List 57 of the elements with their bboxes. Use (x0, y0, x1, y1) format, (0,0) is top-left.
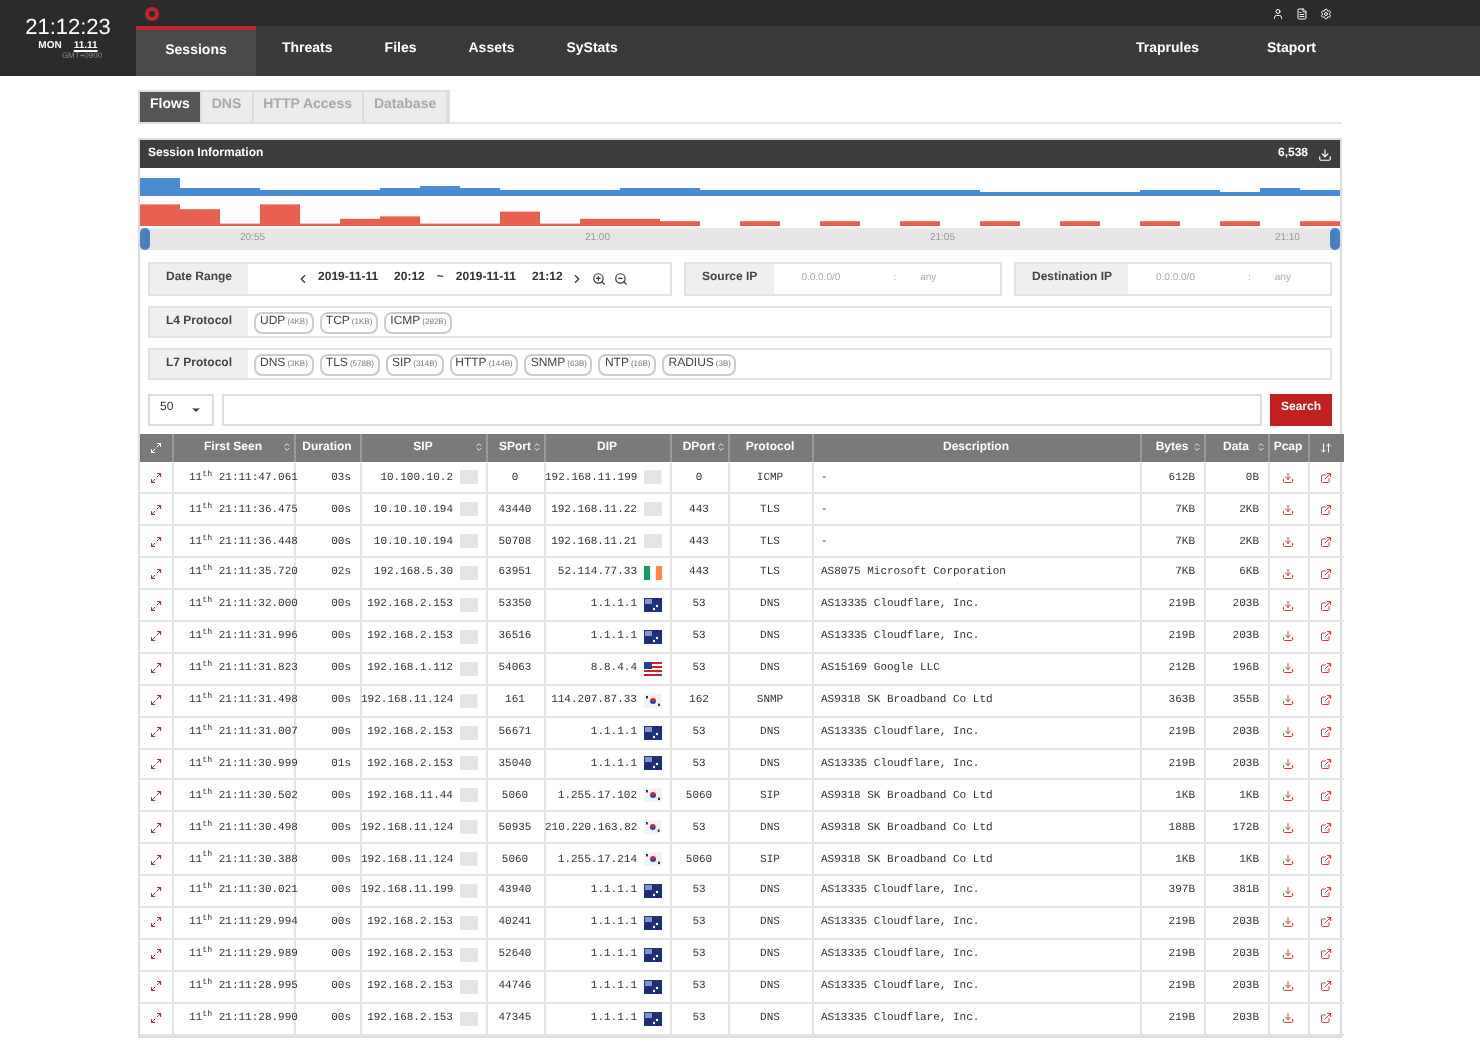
sort-icon[interactable] (1320, 442, 1333, 454)
zoom-in-icon[interactable] (592, 272, 607, 286)
download-pcap-icon[interactable] (1282, 757, 1294, 770)
download-pcap-icon[interactable] (1282, 471, 1294, 484)
search-field[interactable] (222, 393, 1262, 425)
open-external-icon[interactable] (1320, 948, 1333, 961)
sort-icon[interactable] (281, 442, 291, 452)
sort-icon[interactable] (715, 442, 725, 452)
download-pcap-icon[interactable] (1282, 694, 1294, 707)
settings-icon[interactable] (1320, 7, 1332, 19)
open-external-icon[interactable] (1320, 503, 1333, 516)
open-external-icon[interactable] (1320, 885, 1333, 898)
sort-icon[interactable] (1191, 442, 1201, 452)
download-pcap-icon[interactable] (1282, 821, 1294, 834)
download-pcap-icon[interactable] (1282, 726, 1294, 739)
download-pcap-icon[interactable] (1282, 630, 1294, 643)
range-handle[interactable] (140, 228, 150, 250)
download-pcap-icon[interactable] (1282, 662, 1294, 675)
download-pcap-icon[interactable] (1282, 1012, 1294, 1025)
open-external-icon[interactable] (1320, 757, 1333, 770)
next-icon[interactable] (570, 272, 585, 286)
download-pcap-icon[interactable] (1282, 916, 1294, 929)
download-pcap-icon[interactable] (1282, 948, 1294, 961)
sort-icon[interactable] (473, 442, 483, 452)
sort-icon[interactable] (1255, 442, 1265, 452)
document-icon[interactable] (1296, 7, 1308, 19)
open-external-icon[interactable] (1320, 1012, 1333, 1025)
open-external-icon[interactable] (1320, 980, 1333, 993)
open-external-icon[interactable] (1320, 726, 1333, 739)
download-pcap-icon[interactable] (1282, 503, 1294, 516)
clock-time: 21:12:23 (25, 17, 111, 39)
open-external-icon[interactable] (1320, 789, 1333, 802)
dropdown-caret-icon (190, 403, 202, 415)
download-pcap-icon[interactable] (1282, 599, 1294, 611)
open-external-icon[interactable] (1320, 821, 1333, 834)
open-external-icon[interactable] (1320, 471, 1333, 484)
open-external-icon[interactable] (1320, 567, 1333, 580)
open-external-icon[interactable] (1320, 630, 1333, 643)
sort-icon[interactable] (531, 442, 541, 452)
download-pcap-icon[interactable] (1282, 980, 1294, 993)
download-pcap-icon[interactable] (1282, 567, 1294, 580)
zoom-out-icon[interactable] (614, 272, 629, 286)
download-pcap-icon[interactable] (1282, 789, 1294, 802)
download-pcap-icon[interactable] (1282, 885, 1294, 898)
user-icon[interactable] (1272, 7, 1284, 19)
open-external-icon[interactable] (1320, 694, 1333, 707)
previous-icon[interactable] (296, 272, 311, 286)
download-pcap-icon[interactable] (1282, 535, 1294, 548)
download-pcap-icon[interactable] (1282, 853, 1294, 866)
download-icon[interactable] (1318, 147, 1332, 161)
open-external-icon[interactable] (1320, 599, 1333, 611)
logo-icon[interactable] (144, 5, 160, 21)
range-handle[interactable] (1330, 228, 1340, 250)
open-external-icon[interactable] (1320, 535, 1333, 548)
open-external-icon[interactable] (1320, 662, 1333, 675)
open-external-icon[interactable] (1320, 916, 1333, 929)
open-external-icon[interactable] (1320, 853, 1333, 866)
